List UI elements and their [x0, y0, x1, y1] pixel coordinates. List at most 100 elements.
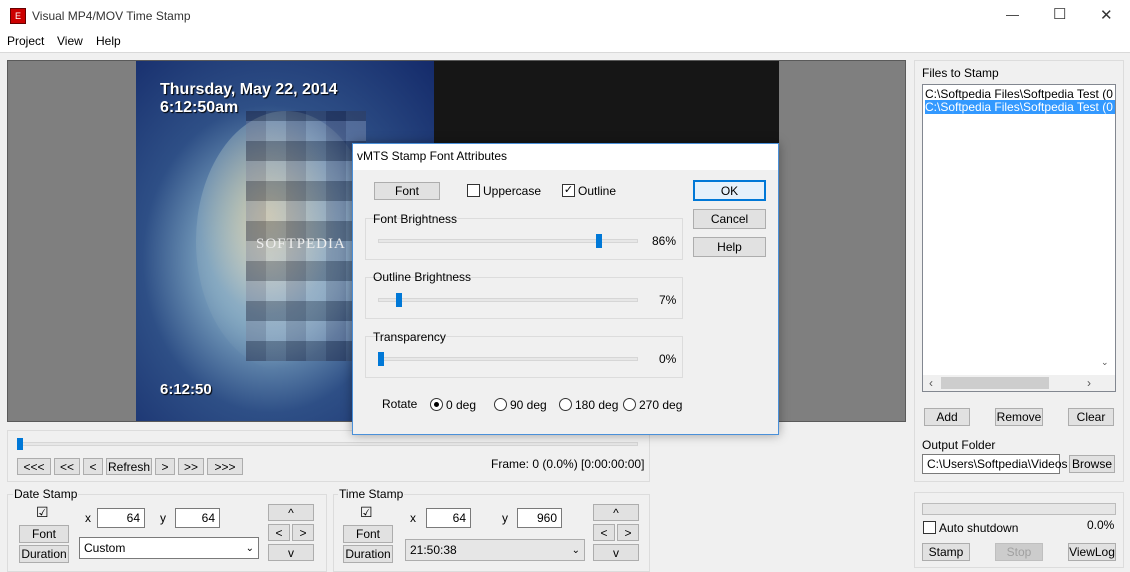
font-brightness-label: Font Brightness — [373, 212, 458, 226]
auto-shutdown-label: Auto shutdown — [939, 521, 1019, 535]
files-list[interactable]: C:\Softpedia Files\Softpedia Test (0 C:\… — [922, 84, 1116, 392]
transparency-label: Transparency — [373, 330, 446, 344]
time-up-button[interactable]: ^ — [593, 504, 639, 521]
date-left-button[interactable]: < — [268, 524, 290, 541]
rotate-0-radio[interactable] — [430, 398, 443, 411]
process-progress-bar — [922, 503, 1116, 515]
transparency-slider[interactable] — [378, 357, 638, 361]
outline-brightness-thumb[interactable] — [395, 293, 402, 307]
date-duration-button[interactable]: Duration — [19, 545, 69, 563]
menu-help[interactable]: Help — [96, 34, 121, 48]
window-title: Visual MP4/MOV Time Stamp — [32, 9, 191, 23]
minimize-icon[interactable]: — — [1006, 7, 1019, 22]
time-duration-button[interactable]: Duration — [343, 545, 393, 563]
time-right-button[interactable]: > — [617, 524, 639, 541]
date-y-input[interactable]: 64 — [175, 508, 220, 528]
rotate-0-label: 0 deg — [446, 398, 477, 412]
stamp-button[interactable]: Stamp — [922, 543, 970, 561]
date-x-input[interactable]: 64 — [97, 508, 145, 528]
refresh-button[interactable]: Refresh — [106, 458, 152, 475]
date-stamp-enabled-checkbox[interactable]: ☑ — [36, 504, 49, 521]
time-y-label: y — [502, 511, 508, 525]
back-button[interactable]: < — [83, 458, 103, 475]
font-attributes-dialog: vMTS Stamp Font Attributes Font Uppercas… — [352, 143, 779, 435]
auto-shutdown-checkbox[interactable] — [923, 521, 936, 534]
time-down-button[interactable]: v — [593, 544, 639, 561]
frame-label: Frame: 0 (0.0%) [0:00:00:00] — [491, 457, 645, 471]
file-item[interactable]: C:\Softpedia Files\Softpedia Test (0 — [925, 87, 1113, 101]
rotate-180-radio[interactable] — [559, 398, 572, 411]
close-icon[interactable]: ✕ — [1100, 6, 1113, 24]
maximize-icon[interactable]: ☐ — [1053, 5, 1066, 23]
title-bar: E Visual MP4/MOV Time Stamp — ☐ ✕ — [0, 0, 1130, 32]
date-up-button[interactable]: ^ — [268, 504, 314, 521]
files-title: Files to Stamp — [922, 66, 999, 80]
video-watermark: SOFTPEDIA — [256, 236, 346, 252]
date-down-button[interactable]: v — [268, 544, 314, 561]
time-stamp-enabled-checkbox[interactable]: ☑ — [360, 504, 373, 521]
scroll-right-icon[interactable]: › — [1087, 376, 1091, 390]
outline-checkbox[interactable]: ✓ — [562, 184, 575, 197]
menu-bar: Project View Help — [0, 32, 1130, 53]
playback-thumb[interactable] — [17, 438, 23, 450]
uppercase-checkbox[interactable] — [467, 184, 480, 197]
dialog-cancel-button[interactable]: Cancel — [693, 209, 766, 229]
time-stamp-title: Time Stamp — [338, 487, 405, 501]
app-icon: E — [10, 8, 26, 24]
process-percent: 0.0% — [1087, 518, 1115, 532]
remove-file-button[interactable]: Remove — [995, 408, 1043, 426]
last-frame-button[interactable]: >>> — [207, 458, 243, 475]
time-y-input[interactable]: 960 — [517, 508, 562, 528]
rotate-270-radio[interactable] — [623, 398, 636, 411]
rotate-90-radio[interactable] — [494, 398, 507, 411]
time-x-label: x — [410, 511, 416, 525]
menu-project[interactable]: Project — [7, 34, 44, 48]
playback-track[interactable] — [18, 442, 638, 446]
back-large-button[interactable]: << — [54, 458, 80, 475]
outline-brightness-value: 7% — [659, 293, 677, 307]
playback-group — [7, 430, 650, 482]
viewlog-button[interactable]: ViewLog — [1068, 543, 1116, 561]
dialog-ok-button[interactable]: OK — [693, 180, 766, 201]
dialog-title-bar: vMTS Stamp Font Attributes — [353, 144, 778, 170]
browse-button[interactable]: Browse — [1069, 455, 1115, 473]
date-stamp-title: Date Stamp — [13, 487, 79, 501]
scroll-thumb[interactable] — [941, 377, 1049, 389]
date-format-select[interactable]: Custom ⌄ — [79, 537, 259, 559]
chevron-down-icon: ⌄ — [245, 542, 254, 554]
transparency-thumb[interactable] — [378, 352, 384, 366]
date-y-label: y — [160, 511, 166, 525]
time-left-button[interactable]: < — [593, 524, 615, 541]
time-x-input[interactable]: 64 — [426, 508, 471, 528]
font-brightness-thumb[interactable] — [596, 234, 603, 248]
scroll-down-icon[interactable]: ⌄ — [1101, 357, 1109, 368]
forward-button[interactable]: > — [155, 458, 175, 475]
time-format-value: 21:50:38 — [410, 543, 457, 557]
file-item-selected[interactable]: C:\Softpedia Files\Softpedia Test (0 — [925, 100, 1115, 114]
transparency-value: 0% — [659, 352, 677, 366]
add-file-button[interactable]: Add — [924, 408, 970, 426]
time-font-button[interactable]: Font — [343, 525, 393, 543]
rotate-90-label: 90 deg — [510, 398, 547, 412]
dialog-title: vMTS Stamp Font Attributes — [357, 149, 508, 163]
first-frame-button[interactable]: <<< — [17, 458, 51, 475]
video-time-stamp: 6:12:50am — [160, 99, 239, 116]
rotate-270-label: 270 deg — [639, 398, 683, 412]
forward-large-button[interactable]: >> — [178, 458, 204, 475]
outline-label: Outline — [578, 184, 617, 198]
clear-files-button[interactable]: Clear — [1068, 408, 1114, 426]
output-folder-input[interactable]: C:\Users\Softpedia\Videos — [922, 454, 1068, 474]
stop-button: Stop — [995, 543, 1043, 561]
output-folder-label: Output Folder — [922, 438, 996, 452]
time-format-select[interactable]: 21:50:38 ⌄ — [405, 539, 585, 561]
menu-view[interactable]: View — [57, 34, 83, 48]
outline-brightness-slider[interactable] — [378, 298, 638, 302]
scroll-left-icon[interactable]: ‹ — [929, 376, 933, 390]
dialog-font-button[interactable]: Font — [374, 182, 440, 200]
date-format-value: Custom — [84, 541, 126, 555]
horizontal-scrollbar[interactable]: ‹ › — [923, 375, 1115, 391]
dialog-help-button[interactable]: Help — [693, 237, 766, 257]
date-right-button[interactable]: > — [292, 524, 314, 541]
rotate-label: Rotate — [382, 397, 418, 411]
date-font-button[interactable]: Font — [19, 525, 69, 543]
